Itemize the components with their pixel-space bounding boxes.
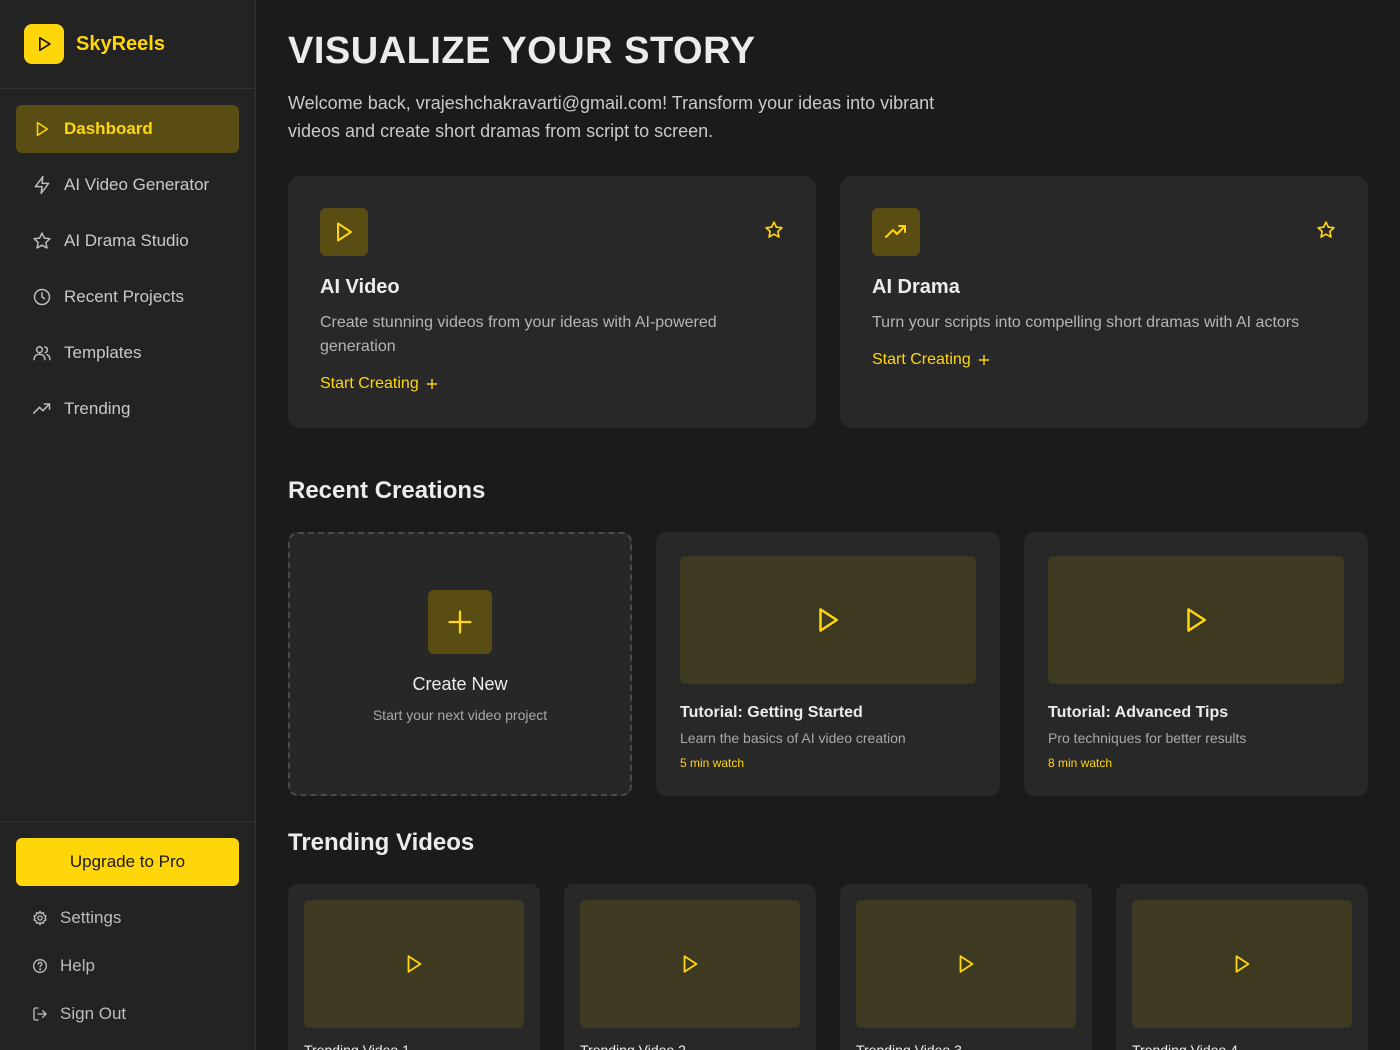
help-icon [32, 958, 48, 974]
tutorial-description: Learn the basics of AI video creation [680, 730, 906, 746]
trending-icon [32, 399, 52, 419]
sidebar-item-label: Dashboard [64, 119, 153, 138]
trending-video-card[interactable]: Trending Video 4 [1116, 884, 1368, 1050]
play-icon [1231, 953, 1253, 975]
tutorial-description: Pro techniques for better results [1048, 730, 1247, 746]
feature-icon-box [872, 208, 920, 256]
cta-label: Start Creating [872, 351, 971, 368]
start-creating-link[interactable]: Start Creating [320, 375, 439, 393]
upgrade-button[interactable]: Upgrade to Pro [16, 838, 239, 886]
create-icon-box [428, 590, 492, 654]
video-thumbnail[interactable] [304, 900, 524, 1028]
recent-creations-title: Recent Creations [288, 477, 486, 504]
feature-card-ai-drama[interactable]: AI Drama Turn your scripts into compelli… [840, 176, 1368, 428]
sign-out-icon [32, 1006, 48, 1022]
welcome-message: Welcome back, vrajeshchakravarti@gmail.c… [288, 93, 935, 141]
favorite-star-icon[interactable] [1316, 220, 1336, 240]
sidebar-item-ai-drama-studio[interactable]: AI Drama Studio [16, 217, 239, 265]
sign-out-link[interactable]: Sign Out [16, 990, 239, 1038]
sidebar-item-recent-projects[interactable]: Recent Projects [16, 273, 239, 321]
help-link[interactable]: Help [16, 942, 239, 990]
video-thumbnail[interactable] [856, 900, 1076, 1028]
page-title: VISUALIZE YOUR STORY [288, 30, 756, 72]
plus-icon [446, 608, 474, 636]
create-new-card[interactable]: Create New Start your next video project [288, 532, 632, 796]
help-label: Help [60, 956, 95, 975]
create-new-subtitle: Start your next video project [372, 707, 548, 723]
play-icon [1181, 605, 1211, 635]
play-icon [332, 220, 356, 244]
watch-time: 5 min watch [680, 756, 745, 770]
sidebar-item-dashboard[interactable]: Dashboard [16, 105, 239, 153]
trending-video-card[interactable]: Trending Video 2 [564, 884, 816, 1050]
brand[interactable]: SkyReels [0, 0, 255, 89]
gear-icon [32, 910, 48, 926]
trending-video-title: Trending Video 4 [1132, 1042, 1238, 1050]
trending-icon [884, 220, 908, 244]
sidebar-item-label: AI Drama Studio [64, 231, 189, 250]
watch-time: 8 min watch [1048, 756, 1113, 770]
sidebar: SkyReels Dashboard AI Video Generator AI… [0, 0, 256, 1050]
start-creating-link[interactable]: Start Creating [872, 351, 991, 369]
video-thumbnail[interactable] [1048, 556, 1344, 684]
video-thumbnail[interactable] [680, 556, 976, 684]
favorite-star-icon[interactable] [764, 220, 784, 240]
play-icon [679, 953, 701, 975]
cta-label: Start Creating [320, 375, 419, 392]
settings-link[interactable]: Settings [16, 894, 239, 942]
brand-name: SkyReels [76, 32, 165, 55]
feature-card-ai-video[interactable]: AI Video Create stunning videos from you… [288, 176, 816, 428]
sidebar-item-label: AI Video Generator [64, 175, 210, 194]
plus-icon [425, 377, 439, 391]
tutorial-card[interactable]: Tutorial: Advanced Tips Pro techniques f… [1024, 532, 1368, 796]
brand-logo [24, 24, 64, 64]
trending-video-title: Trending Video 2 [580, 1042, 686, 1050]
tutorial-title: Tutorial: Getting Started [680, 704, 863, 721]
play-icon [34, 34, 54, 54]
tutorial-title: Tutorial: Advanced Tips [1048, 704, 1229, 721]
users-icon [32, 343, 52, 363]
tutorial-card[interactable]: Tutorial: Getting Started Learn the basi… [656, 532, 1000, 796]
bolt-icon [32, 175, 52, 195]
trending-video-title: Trending Video 1 [304, 1042, 410, 1050]
trending-video-card[interactable]: Trending Video 1 [288, 884, 540, 1050]
feature-title: AI Video [320, 276, 400, 298]
create-new-title: Create New [412, 674, 508, 694]
sidebar-item-label: Trending [64, 399, 131, 418]
play-icon [955, 953, 977, 975]
play-icon [32, 119, 52, 139]
settings-label: Settings [60, 908, 122, 927]
sidebar-nav: Dashboard AI Video Generator AI Drama St… [0, 89, 255, 433]
clock-icon [32, 287, 52, 307]
sidebar-footer: Upgrade to Pro Settings Help Sign Out [0, 821, 255, 1038]
feature-title: AI Drama [872, 276, 960, 298]
sidebar-item-ai-video-generator[interactable]: AI Video Generator [16, 161, 239, 209]
feature-description: Turn your scripts into compelling short … [872, 314, 1300, 331]
sidebar-item-label: Templates [64, 343, 142, 362]
feature-icon-box [320, 208, 368, 256]
play-icon [403, 953, 425, 975]
sidebar-item-templates[interactable]: Templates [16, 329, 239, 377]
trending-video-card[interactable]: Trending Video 3 [840, 884, 1092, 1050]
feature-description: Create stunning videos from your ideas w… [320, 314, 717, 355]
star-icon [32, 231, 52, 251]
play-icon [813, 605, 843, 635]
sidebar-item-trending[interactable]: Trending [16, 385, 239, 433]
video-thumbnail[interactable] [1132, 900, 1352, 1028]
trending-videos-title: Trending Videos [288, 829, 475, 856]
plus-icon [977, 353, 991, 367]
sign-out-label: Sign Out [60, 1004, 127, 1023]
sidebar-item-label: Recent Projects [64, 287, 184, 306]
video-thumbnail[interactable] [580, 900, 800, 1028]
trending-video-title: Trending Video 3 [856, 1042, 962, 1050]
